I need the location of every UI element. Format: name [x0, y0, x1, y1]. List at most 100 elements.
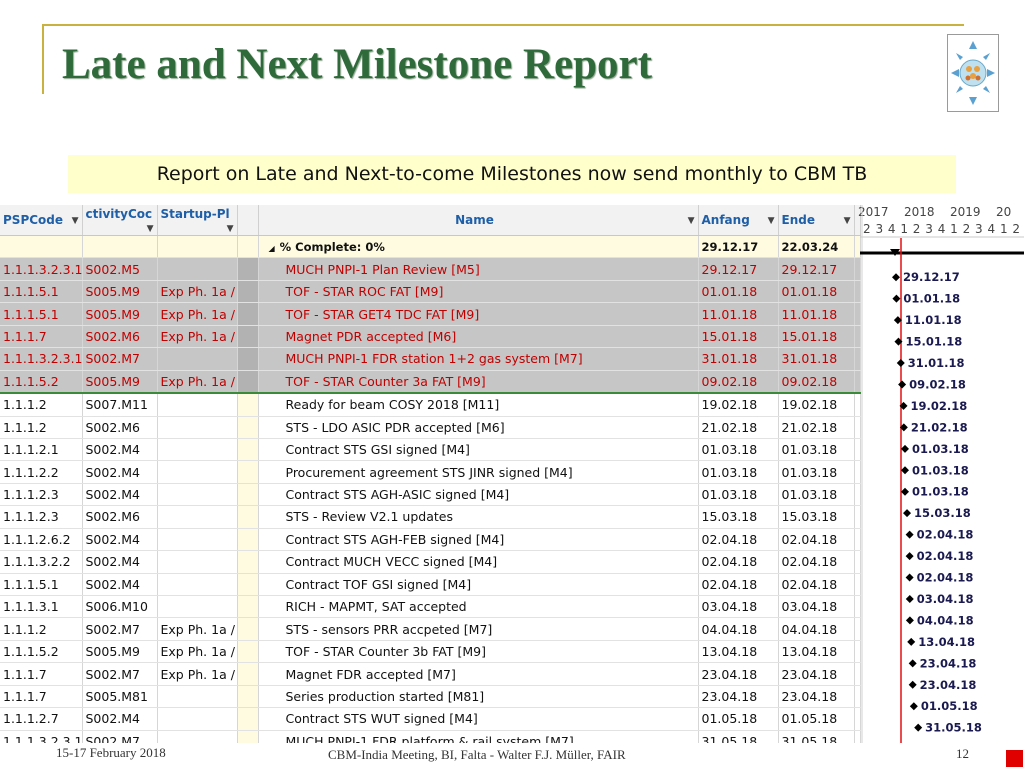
- table-row[interactable]: 1.1.1.5.1 S002.M4 Contract TOF GSI signed …: [0, 573, 861, 597]
- cell-activity-code: S002.M4: [82, 460, 158, 484]
- milestone-label: 09.02.18: [909, 377, 966, 391]
- chevron-down-icon[interactable]: ▼: [688, 216, 695, 226]
- milestone-label: 31.05.18: [925, 721, 982, 735]
- summary-row[interactable]: ◢% Complete: 0% 29.12.17 22.03.24: [0, 235, 861, 259]
- cell-activity-code: S002.M7: [82, 617, 158, 641]
- col-header-anfang[interactable]: Anfang ▼: [698, 205, 779, 236]
- table-row[interactable]: 1.1.1.2.6.2 S002.M4 Contract STS AGH-FEB s…: [0, 528, 861, 552]
- col-header-name[interactable]: Name ▼: [258, 205, 699, 236]
- table-row[interactable]: 1.1.1.2 S002.M6 STS - LDO ASIC PDR accepte…: [0, 416, 861, 439]
- cell-end-date: 03.04.18: [778, 595, 855, 619]
- table-row[interactable]: 1.1.1.5.2S005.M9Exp Ph. 1a / A TOF - STAR…: [0, 640, 861, 664]
- cell-end-date: 09.02.18: [778, 370, 855, 395]
- milestone-diamond: [905, 530, 914, 539]
- cell-spacer: [237, 528, 259, 552]
- cell-startup-phase: Exp Ph. 1a / A: [157, 370, 238, 395]
- table-row[interactable]: 1.1.1.2.1 S002.M4 Contract STS GSI signed …: [0, 438, 861, 462]
- summary-startup: [157, 235, 238, 259]
- cell-startup-phase: [157, 573, 238, 597]
- cell-startup-phase: Exp Ph. 1a / A: [157, 302, 238, 326]
- table-row[interactable]: 1.1.1.7S002.M7Exp Ph. 1a / A Magnet FDR a…: [0, 662, 861, 686]
- cell-end-date: 02.04.18: [778, 528, 855, 552]
- cell-activity-code: S002.M4: [82, 438, 158, 462]
- chevron-down-icon[interactable]: ▼: [72, 216, 79, 226]
- cell-start-date: 04.04.18: [698, 617, 779, 641]
- cell-startup-phase: [157, 505, 238, 529]
- table-row[interactable]: 1.1.1.5.1S005.M9Exp Ph. 1a / A TOF - STAR…: [0, 280, 861, 304]
- milestone-diamond: [908, 680, 917, 689]
- milestone-label: 15.01.18: [905, 335, 962, 349]
- cell-startup-phase: Exp Ph. 1a / A: [157, 662, 238, 686]
- table-row[interactable]: 1.1.1.3.2.3.1 S002.M7 MUCH PNPI-1 FDR plat…: [0, 730, 861, 743]
- cell-start-date: 01.03.18: [698, 438, 779, 462]
- cell-startup-phase: Exp Ph. 1a / A: [157, 325, 238, 349]
- table-row[interactable]: 1.1.1.3.2.3.1 S002.M5 MUCH PNPI-1 Plan Rev…: [0, 257, 861, 281]
- cell-activity-code: S002.M6: [82, 325, 158, 349]
- cell-start-date: 15.03.18: [698, 505, 779, 529]
- table-row[interactable]: 1.1.1.2 S007.M11 Ready for beam COSY 2018 …: [0, 393, 861, 417]
- milestone-diamond: [905, 552, 914, 561]
- table-row[interactable]: 1.1.1.2.2 S002.M4 Procurement agreement ST…: [0, 460, 861, 484]
- table-row[interactable]: 1.1.1.2S002.M7Exp Ph. 1a / A STS - sensor…: [0, 617, 861, 641]
- cell-startup-phase: [157, 528, 238, 552]
- cell-spacer: [237, 370, 259, 395]
- cell-name: TOF - STAR Counter 3b FAT [M9]: [258, 640, 699, 664]
- milestone-label: 31.01.18: [908, 356, 965, 370]
- cell-psp-code: 1.1.1.2.2: [0, 460, 83, 484]
- cell-startup-phase: [157, 730, 238, 743]
- table-row[interactable]: 1.1.1.2.3 S002.M6 STS - Review V2.1 update…: [0, 505, 861, 529]
- summary-anfang: 29.12.17: [698, 235, 779, 259]
- cell-end-date: 31.01.18: [778, 347, 855, 371]
- cell-end-date: 21.02.18: [778, 416, 855, 439]
- cell-spacer: [237, 393, 259, 417]
- cell-start-date: 29.12.17: [698, 257, 779, 281]
- table-row[interactable]: 1.1.1.3.2.2 S002.M4 Contract MUCH VECC sig…: [0, 550, 861, 574]
- cell-psp-code: 1.1.1.3.2.3.1: [0, 730, 83, 743]
- cell-start-date: 31.05.18: [698, 730, 779, 743]
- table-row[interactable]: 1.1.1.5.2S005.M9Exp Ph. 1a / A TOF - STAR…: [0, 370, 861, 395]
- milestone-label: 01.05.18: [921, 699, 978, 713]
- chevron-down-icon[interactable]: ▼: [147, 224, 154, 234]
- chevron-down-icon[interactable]: ▼: [768, 216, 775, 226]
- cell-name: Contract STS AGH-FEB signed [M4]: [258, 528, 699, 552]
- cell-activity-code: S006.M10: [82, 595, 158, 619]
- cell-start-date: 02.04.18: [698, 573, 779, 597]
- cell-start-date: 23.04.18: [698, 662, 779, 686]
- cell-psp-code: 1.1.1.7: [0, 662, 83, 686]
- collapse-triangle-icon[interactable]: ◢: [269, 244, 275, 253]
- milestone-diamond: [909, 702, 918, 711]
- cell-name: Contract TOF GSI signed [M4]: [258, 573, 699, 597]
- col-header-startup[interactable]: Startup-Pl ▼: [157, 205, 238, 236]
- cell-startup-phase: [157, 685, 238, 709]
- milestone-label: 21.02.18: [911, 420, 968, 434]
- cell-spacer: [237, 662, 259, 686]
- cell-startup-phase: [157, 257, 238, 281]
- milestone-diamond: [898, 380, 907, 389]
- cell-end-date: 02.04.18: [778, 573, 855, 597]
- cell-spacer: [237, 347, 259, 371]
- milestone-label: 01.01.18: [903, 292, 960, 306]
- cell-spacer: [237, 325, 259, 349]
- table-row[interactable]: 1.1.1.7 S005.M81 Series production started…: [0, 685, 861, 709]
- table-row[interactable]: 1.1.1.2.7 S002.M4 Contract STS WUT signed …: [0, 707, 861, 731]
- table-row[interactable]: 1.1.1.3.1 S006.M10 RICH - MAPMT, SAT accep…: [0, 595, 861, 619]
- table-row[interactable]: 1.1.1.7S002.M6Exp Ph. 1a / A Magnet PDR a…: [0, 325, 861, 349]
- cell-start-date: 09.02.18: [698, 370, 779, 395]
- col-header-psp[interactable]: PSPCode ▼: [0, 205, 83, 236]
- cell-spacer: [237, 595, 259, 619]
- cell-startup-phase: Exp Ph. 1a / A: [157, 280, 238, 304]
- cell-name: Series production started [M81]: [258, 685, 699, 709]
- cell-psp-code: 1.1.1.5.1: [0, 573, 83, 597]
- chevron-down-icon[interactable]: ▼: [844, 216, 851, 226]
- cell-end-date: 04.04.18: [778, 617, 855, 641]
- cell-end-date: 23.04.18: [778, 662, 855, 686]
- table-row[interactable]: 1.1.1.2.3 S002.M4 Contract STS AGH-ASIC si…: [0, 483, 861, 507]
- col-header-ende[interactable]: Ende ▼: [778, 205, 855, 236]
- table-row[interactable]: 1.1.1.5.1S005.M9Exp Ph. 1a / A TOF - STAR…: [0, 302, 861, 326]
- cell-end-date: 13.04.18: [778, 640, 855, 664]
- chevron-down-icon[interactable]: ▼: [227, 224, 234, 234]
- cell-name: Procurement agreement STS JINR signed [M…: [258, 460, 699, 484]
- cell-name: Contract MUCH VECC signed [M4]: [258, 550, 699, 574]
- col-header-activity[interactable]: ctivityCoc ▼: [82, 205, 158, 236]
- table-row[interactable]: 1.1.1.3.2.3.1 S002.M7 MUCH PNPI-1 FDR stat…: [0, 347, 861, 371]
